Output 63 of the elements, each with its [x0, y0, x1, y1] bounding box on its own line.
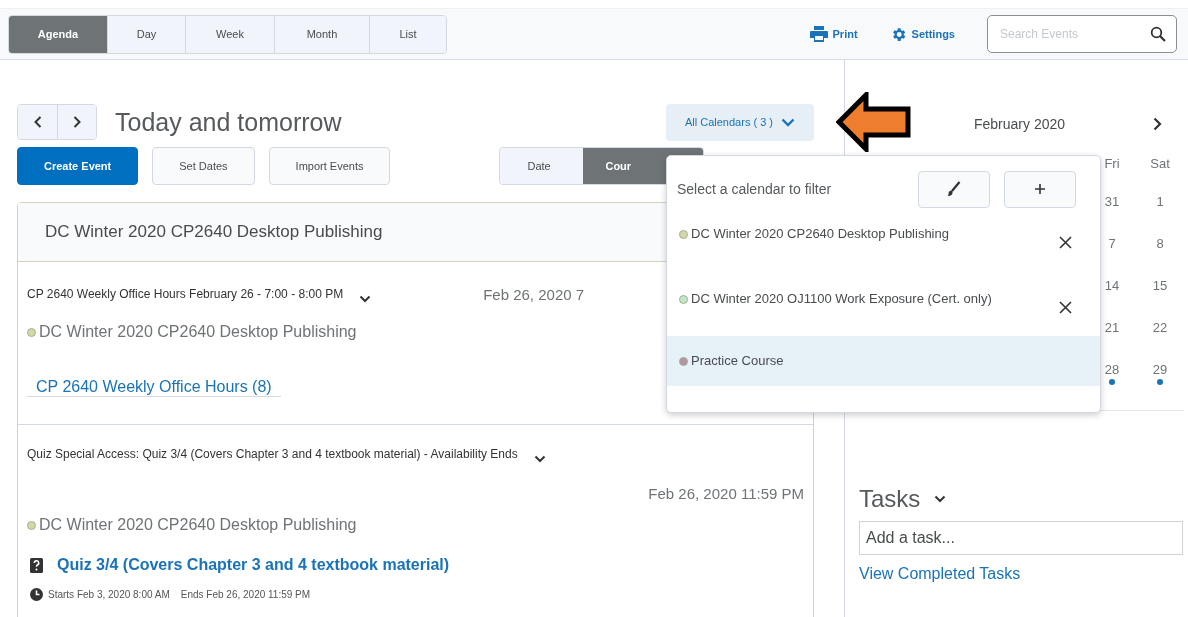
event-title: CP 2640 Weekly Office Hours February 26 - 7:00 - 8:00 PM	[27, 287, 344, 301]
start-time: Starts Feb 3, 2020 8:00 AM	[48, 589, 170, 600]
calendar-day[interactable]: 21	[1104, 320, 1120, 335]
close-icon[interactable]	[1059, 236, 1072, 249]
calendar-option[interactable]: DC Winter 2020 OJ1100 Work Exposure (Cert. only)	[667, 273, 1100, 338]
event-link[interactable]: Quiz 3/4 (Covers Chapter 3 and 4 textbook material)	[57, 556, 450, 574]
task-input[interactable]: Add a task...	[859, 521, 1183, 555]
print-link[interactable]: Print	[809, 26, 858, 42]
view-tab[interactable]: Agenda	[9, 15, 108, 53]
action-button[interactable]: Import Events	[268, 147, 391, 185]
caret-icon	[781, 117, 795, 127]
calendar-name: Practice Course	[691, 353, 785, 368]
brush-icon	[947, 181, 961, 197]
calendar-day[interactable]: 28	[1104, 362, 1120, 377]
sort-tab[interactable]: Date	[500, 148, 584, 184]
calendar-name: DC Winter 2020 CP2640 Desktop Publishing	[691, 226, 950, 241]
chevron-left-icon	[33, 116, 42, 128]
quiz-icon	[30, 557, 43, 573]
calendar-name: DC Winter 2020 OJ1100 Work Exposure (Cert. only)	[691, 291, 993, 306]
course-title: DC Winter 2020 CP2640 Desktop Publishing	[45, 222, 383, 242]
calendar-option[interactable]: DC Winter 2020 CP2640 Desktop Publishing	[667, 208, 1100, 273]
search-icon	[1150, 26, 1166, 42]
calendar-day[interactable]: 22	[1152, 320, 1168, 335]
event-title: Quiz Special Access: Quiz 3/4 (Covers Chapter 3 and 4 textbook material) - Availability Ends	[27, 447, 518, 461]
create-button[interactable]: Create Event	[17, 147, 139, 185]
calendar-day[interactable]: 29	[1152, 362, 1168, 377]
calendar-option[interactable]: Practice Course	[667, 336, 1100, 386]
calendar-day[interactable]: 14	[1104, 278, 1120, 293]
printer-icon	[809, 26, 828, 42]
calendar-name: DC Winter 2020 CP2640 Desktop Publishing	[39, 323, 357, 341]
event-link[interactable]: CP 2640 Weekly Office Hours (8)	[27, 353, 281, 397]
action-button[interactable]: Set Dates	[152, 147, 255, 185]
search-field[interactable]: Search Events	[987, 15, 1177, 53]
filter-prompt: Select a calendar to filter	[677, 181, 832, 197]
event-date: Feb 26, 2020 7	[483, 286, 585, 303]
chevron-down-icon[interactable]	[533, 455, 546, 463]
settings-link[interactable]: Settings	[889, 25, 955, 43]
calendar-day[interactable]: 1	[1156, 194, 1164, 209]
view-tab[interactable]: Week	[186, 15, 275, 53]
chevron-down-icon[interactable]	[934, 495, 947, 503]
event-date: Feb 26, 2020 11:59 PM	[647, 485, 804, 502]
view-tab[interactable]: Month	[275, 15, 370, 53]
completed-tasks-link[interactable]: View Completed Tasks	[859, 565, 1184, 583]
month-title: February 2020	[974, 116, 1066, 132]
page-heading: Today and tomorrow	[115, 107, 342, 137]
calendars-dropdown[interactable]: All Calendars ( 3 )	[666, 103, 814, 141]
calendar-day[interactable]: 7	[1108, 236, 1116, 251]
calendar-day[interactable]: 15	[1152, 278, 1168, 293]
chevron-right-icon[interactable]	[1153, 117, 1162, 131]
chevron-down-icon[interactable]	[359, 295, 372, 303]
tasks-heading: Tasks	[859, 485, 921, 513]
end-time: Ends Feb 26, 2020 11:59 PM	[180, 589, 311, 600]
close-icon[interactable]	[1059, 301, 1072, 314]
weekday-label: Fri	[1103, 156, 1121, 173]
view-tab[interactable]: List	[370, 15, 446, 53]
calendar-name: DC Winter 2020 CP2640 Desktop Publishing	[39, 516, 357, 534]
chevron-right-icon	[73, 116, 81, 128]
clock-icon	[30, 588, 43, 601]
weekday-label: Sat	[1149, 156, 1171, 173]
plus-icon	[1034, 183, 1046, 195]
calendar-day[interactable]: 31	[1104, 194, 1120, 209]
calendar-day[interactable]: 8	[1156, 236, 1164, 251]
view-tab[interactable]: Day	[108, 15, 186, 53]
